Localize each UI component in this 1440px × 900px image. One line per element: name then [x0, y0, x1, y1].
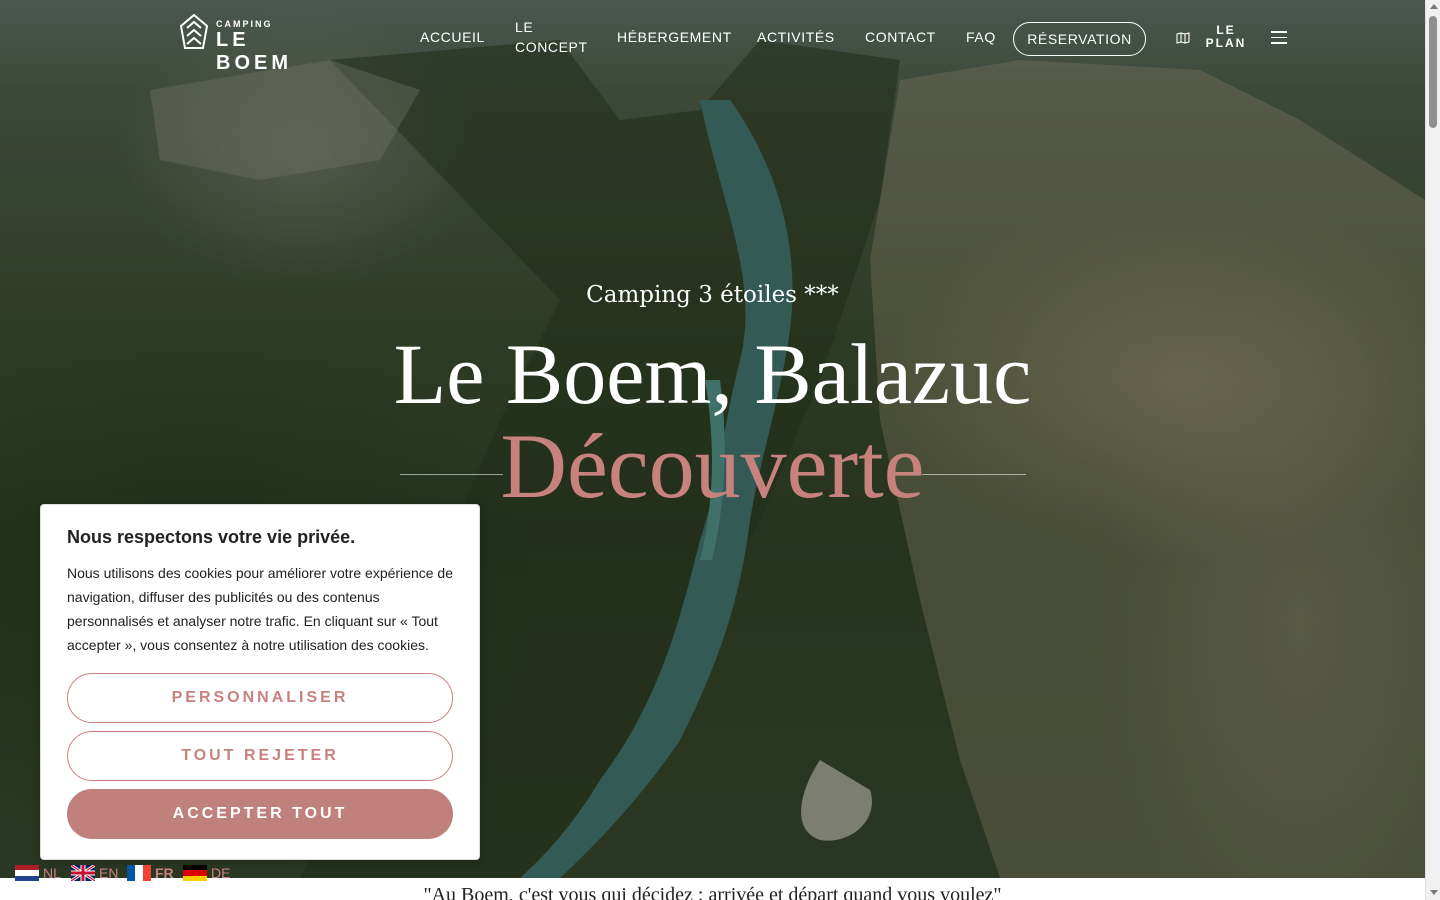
uk-flag-icon — [71, 865, 95, 881]
logo-small-text: CAMPING — [216, 19, 273, 29]
nav-link-activites[interactable]: ACTIVITÉS — [757, 27, 835, 47]
reservation-button[interactable]: RÉSERVATION — [1013, 22, 1146, 56]
language-code: EN — [99, 865, 119, 881]
nav-link-contact[interactable]: CONTACT — [865, 27, 936, 47]
scroll-down-arrow-icon[interactable] — [1430, 890, 1438, 895]
logo-mark-icon — [180, 14, 208, 49]
top-navigation: CAMPING LE BOEM ACCUEIL LE CONCEPT HÉBER… — [0, 0, 1425, 76]
german-flag-icon — [183, 865, 207, 881]
language-option-en[interactable]: EN — [71, 864, 118, 882]
hero-accent-word: Découverte — [500, 415, 925, 517]
site-map-label: LE PLAN — [1205, 23, 1247, 50]
language-code: NL — [43, 865, 61, 881]
hero-subtitle: Camping 3 étoiles *** — [586, 282, 839, 308]
scroll-up-arrow-icon[interactable] — [1430, 4, 1438, 9]
cookie-reject-all-button[interactable]: TOUT REJETER — [67, 731, 453, 781]
nav-link-le-concept[interactable]: LE CONCEPT — [515, 17, 595, 57]
language-option-fr[interactable]: FR — [127, 864, 174, 882]
page-scrollbar[interactable] — [1425, 0, 1440, 900]
cookie-accept-all-button[interactable]: ACCEPTER TOUT — [67, 789, 453, 839]
nav-link-hebergement[interactable]: HÉBERGEMENT — [617, 27, 732, 47]
cookie-customize-button[interactable]: PERSONNALISER — [67, 673, 453, 723]
dutch-flag-icon — [15, 865, 39, 881]
language-option-nl[interactable]: NL — [15, 864, 61, 882]
nav-link-accueil[interactable]: ACCUEIL — [420, 27, 485, 47]
site-logo[interactable]: CAMPING LE BOEM — [180, 14, 330, 74]
nav-link-faq[interactable]: FAQ — [966, 27, 996, 47]
language-option-de[interactable]: DE — [183, 864, 230, 882]
hamburger-menu-icon[interactable] — [1271, 31, 1287, 44]
logo-main-text: LE BOEM — [216, 29, 292, 74]
scrollbar-thumb[interactable] — [1429, 16, 1437, 128]
cookie-description: Nous utilisons des cookies pour améliore… — [67, 565, 453, 653]
language-code: FR — [155, 865, 174, 881]
map-icon — [1176, 32, 1190, 44]
cookie-consent-dialog: Nous respectons votre vie privée. Nous u… — [40, 504, 480, 860]
french-flag-icon — [127, 865, 151, 881]
cookie-title: Nous respectons votre vie privée. — [67, 527, 356, 547]
language-code: DE — [211, 865, 231, 881]
hero-title: Le Boem, Balazuc — [393, 326, 1032, 422]
intro-quote: "Au Boem, c'est vous qui décidez : arriv… — [423, 884, 1002, 900]
